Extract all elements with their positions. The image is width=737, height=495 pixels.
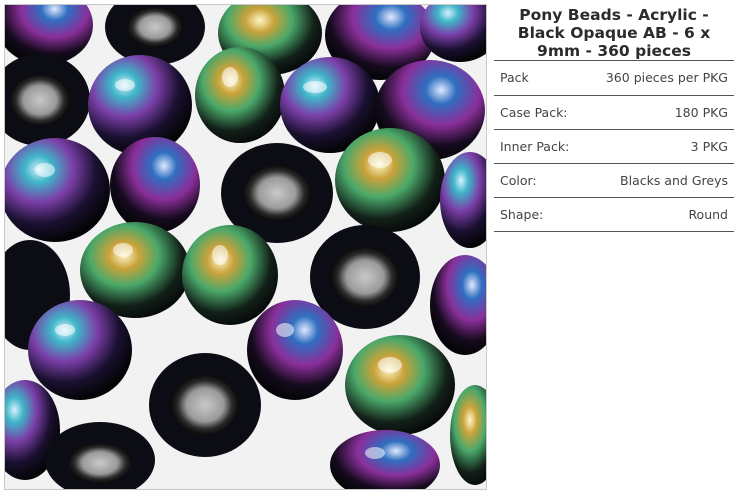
spec-label: Pack (500, 70, 529, 86)
spec-value: Blacks and Greys (620, 172, 728, 188)
spec-value: Round (688, 206, 728, 222)
spec-label: Inner Pack: (500, 138, 570, 154)
spec-label: Color: (500, 172, 537, 188)
spec-row-color: Color: Blacks and Greys (494, 163, 734, 197)
beads-photo (5, 5, 486, 489)
spec-row-shape: Shape: Round (494, 197, 734, 231)
spec-row-inner-pack: Inner Pack: 3 PKG (494, 129, 734, 163)
spec-value: 3 PKG (690, 138, 728, 154)
spec-value: 360 pieces per PKG (605, 70, 728, 86)
product-info-panel: Pony Beads - Acrylic - Black Opaque AB -… (494, 4, 734, 232)
spec-row-case-pack: Case Pack: 180 PKG (494, 95, 734, 129)
spec-value: 180 PKG (674, 104, 728, 120)
spec-label: Case Pack: (500, 104, 568, 120)
spec-row-pack: Pack 360 pieces per PKG (494, 61, 734, 95)
spec-label: Shape: (500, 206, 544, 222)
product-image[interactable] (4, 4, 487, 490)
product-title: Pony Beads - Acrylic - Black Opaque AB -… (494, 4, 734, 61)
spec-table: Pack 360 pieces per PKG Case Pack: 180 P… (494, 61, 734, 232)
